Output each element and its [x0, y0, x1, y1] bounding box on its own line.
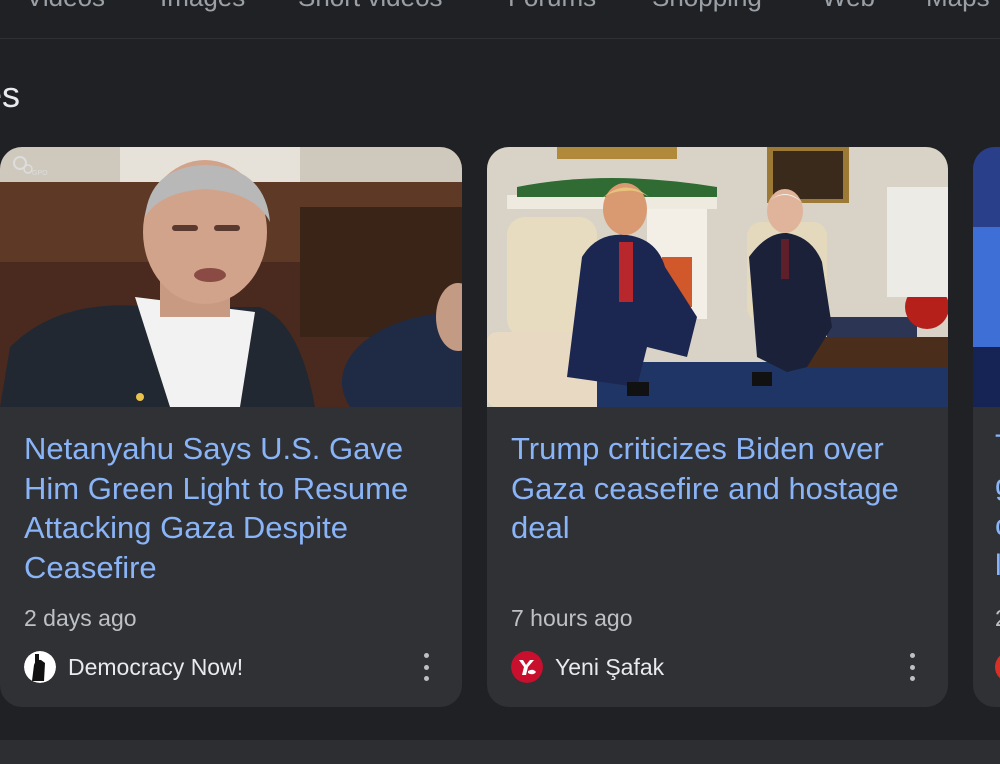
peek-glyph: c — [995, 509, 1000, 543]
tab-web[interactable]: Web — [822, 0, 875, 13]
tab-shopping[interactable]: Shopping — [652, 0, 762, 13]
tab-videos[interactable]: Videos — [26, 0, 105, 13]
tab-short-videos[interactable]: Short videos — [298, 0, 443, 13]
news-timestamp: 2 days ago — [24, 605, 137, 631]
yeni-safak-logo-icon — [511, 651, 543, 683]
news-card-partial[interactable]: T g c l 2 — [973, 147, 1000, 707]
peek-glyph: g — [995, 469, 1000, 503]
source-name: Democracy Now! — [68, 653, 244, 680]
news-timestamp: 7 hours ago — [511, 605, 633, 631]
news-headline[interactable]: Trump criticizes Biden over Gaza ceasefi… — [511, 429, 931, 548]
news-thumbnail[interactable] — [487, 147, 948, 407]
news-thumbnail[interactable] — [973, 147, 1000, 407]
tab-maps[interactable]: Maps — [926, 0, 990, 13]
peek-glyph: l — [995, 549, 1000, 582]
tab-images[interactable]: Images — [160, 0, 245, 13]
news-source: Yeni Şafak — [511, 651, 664, 683]
watermark-text: GPO — [32, 170, 48, 177]
section-title: es — [0, 74, 21, 115]
peek-glyph: 2 — [995, 605, 1000, 632]
bottom-divider — [0, 740, 1000, 764]
source-logo-icon — [995, 652, 1000, 682]
search-tabs: Videos Images Short videos Forums Shoppi… — [0, 0, 1000, 39]
news-source: Democracy Now! — [24, 651, 243, 683]
news-card[interactable]: Trump criticizes Biden over Gaza ceasefi… — [487, 147, 948, 707]
more-options-icon[interactable] — [416, 653, 436, 681]
democracy-now-logo-icon — [24, 651, 56, 683]
tab-forums[interactable]: Forums — [508, 0, 596, 13]
news-thumbnail[interactable]: GPO — [0, 147, 462, 407]
peek-glyph: T — [995, 429, 1000, 463]
source-name: Yeni Şafak — [555, 653, 665, 680]
news-card[interactable]: GPO Netanyahu Says U.S. Gave Him Green L… — [0, 147, 462, 707]
more-options-icon[interactable] — [902, 653, 922, 681]
news-headline[interactable]: Netanyahu Says U.S. Gave Him Green Light… — [24, 429, 444, 587]
